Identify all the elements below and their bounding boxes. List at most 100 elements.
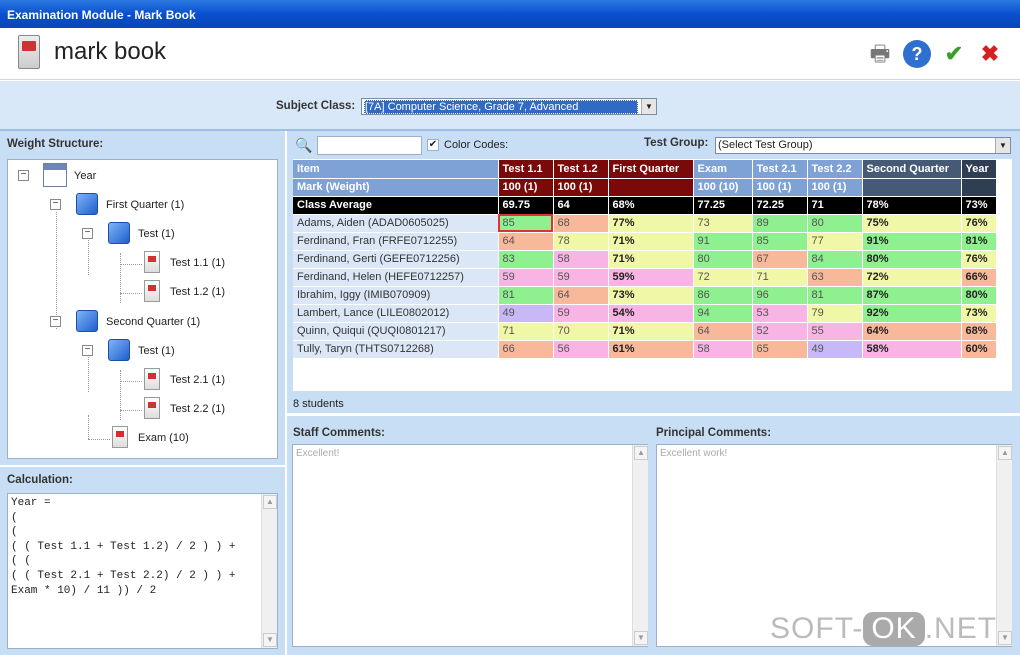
table-row-cell[interactable]: 71% bbox=[608, 322, 694, 341]
table-row-cell[interactable]: 71 bbox=[498, 322, 554, 341]
table-row-cell[interactable]: 59 bbox=[498, 268, 554, 287]
table-row-cell[interactable]: 70 bbox=[553, 322, 609, 341]
table-row-cell[interactable]: 76% bbox=[961, 250, 997, 269]
principal-comments-scrollbar[interactable]: ▲ ▼ bbox=[996, 445, 1012, 646]
table-row-cell[interactable]: 81% bbox=[961, 232, 997, 251]
tree-node-second-quarter[interactable]: Second Quarter (1) bbox=[106, 316, 200, 328]
table-row-cell[interactable]: 81 bbox=[498, 286, 554, 305]
table-row-cell[interactable]: 53 bbox=[752, 304, 808, 323]
table-row-cell[interactable]: 77% bbox=[608, 214, 694, 233]
table-row-cell[interactable]: 58 bbox=[553, 250, 609, 269]
table-row-cell[interactable]: 55 bbox=[807, 322, 863, 341]
table-row-cell[interactable]: 78 bbox=[553, 232, 609, 251]
table-row-cell[interactable]: 68% bbox=[961, 322, 997, 341]
tree-node-test-1-1[interactable]: Test 1.1 (1) bbox=[170, 257, 225, 269]
table-row-cell[interactable]: 49 bbox=[807, 340, 863, 359]
tree-node-test[interactable]: Test (1) bbox=[138, 345, 175, 357]
table-row-cell[interactable]: 86 bbox=[693, 286, 753, 305]
collapse-first-quarter-toggle[interactable]: − bbox=[50, 199, 61, 210]
tree-node-exam[interactable]: Exam (10) bbox=[138, 432, 189, 444]
calculation-scrollbar[interactable]: ▲ ▼ bbox=[261, 494, 277, 648]
table-row-cell[interactable]: 94 bbox=[693, 304, 753, 323]
table-row-cell[interactable]: 85 bbox=[752, 232, 808, 251]
table-row-cell[interactable]: 68 bbox=[553, 214, 609, 233]
table-row-cell[interactable]: 84 bbox=[807, 250, 863, 269]
table-row-cell[interactable]: 67 bbox=[752, 250, 808, 269]
confirm-check-icon[interactable]: ✔ bbox=[940, 40, 968, 68]
table-row-cell[interactable]: 65 bbox=[752, 340, 808, 359]
table-row-cell[interactable]: 80% bbox=[862, 250, 962, 269]
table-row-cell[interactable]: 56 bbox=[553, 340, 609, 359]
table-row-cell[interactable]: 79 bbox=[807, 304, 863, 323]
table-row-cell[interactable]: 59 bbox=[553, 304, 609, 323]
search-input[interactable] bbox=[317, 136, 422, 155]
table-row-cell[interactable]: 52 bbox=[752, 322, 808, 341]
tree-node-test-1-2[interactable]: Test 1.2 (1) bbox=[170, 286, 225, 298]
table-row-cell[interactable]: 87% bbox=[862, 286, 962, 305]
scroll-up-icon[interactable]: ▲ bbox=[998, 446, 1012, 460]
table-row-cell[interactable]: 71% bbox=[608, 250, 694, 269]
table-row-cell[interactable]: 63 bbox=[807, 268, 863, 287]
header-row: Item Test 1.1 Test 1.2 First Quarter Exam Tes… bbox=[293, 160, 997, 179]
scroll-up-icon[interactable]: ▲ bbox=[263, 495, 277, 509]
table-row-cell[interactable]: 73% bbox=[608, 286, 694, 305]
color-codes-checkbox[interactable]: ✔ bbox=[427, 139, 439, 151]
table-row-cell[interactable]: 73 bbox=[693, 214, 753, 233]
table-row-cell[interactable]: 89 bbox=[752, 214, 808, 233]
close-x-icon[interactable]: ✖ bbox=[976, 40, 1004, 68]
table-row-cell[interactable]: 92% bbox=[862, 304, 962, 323]
table-row-cell[interactable]: 75% bbox=[862, 214, 962, 233]
subject-class-select[interactable]: [7A] Computer Science, Grade 7, Advanced… bbox=[361, 98, 657, 115]
help-icon[interactable]: ? bbox=[903, 40, 931, 68]
table-row-cell[interactable]: 85 bbox=[498, 214, 554, 233]
table-row-cell[interactable]: 80% bbox=[961, 286, 997, 305]
table-row-cell[interactable]: 58% bbox=[862, 340, 962, 359]
table-row-cell[interactable]: 64 bbox=[553, 286, 609, 305]
table-row-cell[interactable]: 49 bbox=[498, 304, 554, 323]
tree-node-year[interactable]: Year bbox=[74, 170, 96, 182]
table-row-cell[interactable]: 58 bbox=[693, 340, 753, 359]
table-row-cell[interactable]: 96 bbox=[752, 286, 808, 305]
table-row: Tully, Taryn (THTS0712268) 66 56 61% 58 65 49 5… bbox=[293, 340, 997, 359]
table-row-cell[interactable]: 59 bbox=[553, 268, 609, 287]
table-row-cell[interactable]: 71 bbox=[752, 268, 808, 287]
table-row-cell[interactable]: 72% bbox=[862, 268, 962, 287]
scroll-up-icon[interactable]: ▲ bbox=[634, 446, 648, 460]
printer-icon[interactable]: 🖶 bbox=[866, 40, 894, 68]
table-row-cell[interactable]: 81 bbox=[807, 286, 863, 305]
table-row-cell[interactable]: 54% bbox=[608, 304, 694, 323]
collapse-second-quarter-toggle[interactable]: − bbox=[50, 316, 61, 327]
table-row-cell[interactable]: 59% bbox=[608, 268, 694, 287]
tree-node-test-2-1[interactable]: Test 2.1 (1) bbox=[170, 374, 225, 386]
table-row-cell[interactable]: 60% bbox=[961, 340, 997, 359]
table-row-cell[interactable]: 76% bbox=[961, 214, 997, 233]
scroll-down-icon[interactable]: ▼ bbox=[998, 631, 1012, 645]
table-row-cell[interactable]: 77 bbox=[807, 232, 863, 251]
staff-comments-input[interactable]: Excellent! bbox=[292, 444, 648, 647]
tree-node-first-quarter[interactable]: First Quarter (1) bbox=[106, 199, 184, 211]
staff-comments-scrollbar[interactable]: ▲ ▼ bbox=[632, 445, 648, 646]
collapse-year-toggle[interactable]: − bbox=[18, 170, 29, 181]
table-row-cell[interactable]: 83 bbox=[498, 250, 554, 269]
table-row-cell[interactable]: 66% bbox=[961, 268, 997, 287]
table-row-cell[interactable]: 64% bbox=[862, 322, 962, 341]
test-group-select[interactable]: (Select Test Group) ▼ bbox=[715, 137, 1011, 154]
watermark: SOFT- OK .NET bbox=[770, 612, 997, 646]
table-row-cell[interactable]: 71% bbox=[608, 232, 694, 251]
table-row-cell[interactable]: 73% bbox=[961, 304, 997, 323]
table-row-cell[interactable]: 61% bbox=[608, 340, 694, 359]
collapse-test-toggle[interactable]: − bbox=[82, 345, 93, 356]
table-row-cell[interactable]: 64 bbox=[498, 232, 554, 251]
table-row-cell[interactable]: 91 bbox=[693, 232, 753, 251]
scroll-down-icon[interactable]: ▼ bbox=[263, 633, 277, 647]
table-row-cell[interactable]: 80 bbox=[807, 214, 863, 233]
tree-node-test-2-2[interactable]: Test 2.2 (1) bbox=[170, 403, 225, 415]
table-row-cell[interactable]: 72 bbox=[693, 268, 753, 287]
tree-node-test[interactable]: Test (1) bbox=[138, 228, 175, 240]
collapse-test-toggle[interactable]: − bbox=[82, 228, 93, 239]
table-row-cell[interactable]: 91% bbox=[862, 232, 962, 251]
scroll-down-icon[interactable]: ▼ bbox=[634, 631, 648, 645]
table-row-cell[interactable]: 64 bbox=[693, 322, 753, 341]
table-row-cell[interactable]: 80 bbox=[693, 250, 753, 269]
table-row-cell[interactable]: 66 bbox=[498, 340, 554, 359]
